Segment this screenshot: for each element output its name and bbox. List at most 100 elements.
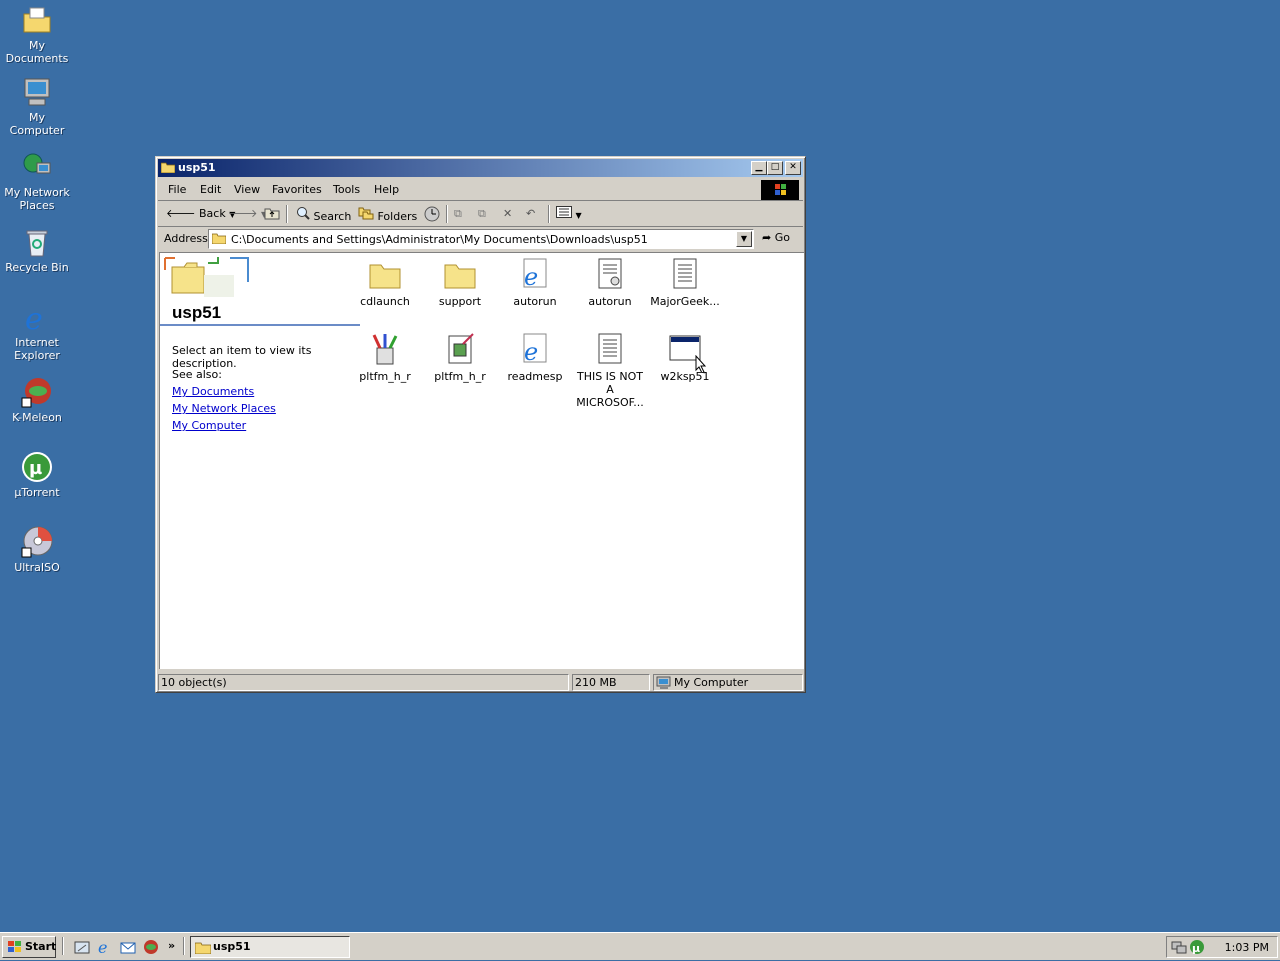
views-icon — [556, 206, 576, 221]
file-item-autorun-html[interactable]: e autorun — [498, 257, 572, 308]
delete-button[interactable]: ✕ — [503, 206, 512, 222]
toolbar-separator — [286, 205, 288, 223]
desktop-icon-network-places[interactable]: My Network Places — [0, 151, 74, 212]
status-size: 210 MB — [572, 674, 650, 691]
link-my-network-places[interactable]: My Network Places — [172, 402, 276, 415]
minimize-button[interactable]: ▁ — [751, 161, 767, 175]
forward-arrow-icon: 🡒 — [228, 207, 258, 220]
taskbar-button-usp51[interactable]: usp51 — [190, 936, 350, 958]
settings-file-icon — [593, 257, 627, 291]
undo-button[interactable]: ↶ — [526, 206, 535, 222]
description-text: Select an item to view its description. — [172, 344, 312, 370]
desktop-icon-my-computer[interactable]: My Computer — [0, 76, 74, 137]
title-bar[interactable]: usp51 ▁ □ ✕ — [158, 159, 803, 177]
move-to-icon: ⧉ — [454, 207, 462, 220]
views-button[interactable]: ▼ — [556, 206, 582, 222]
desktop-icon-label: Internet Explorer — [14, 336, 60, 362]
quicklaunch-internet-explorer[interactable]: e — [97, 938, 113, 957]
quicklaunch-show-desktop[interactable] — [74, 939, 90, 955]
desktop-icon-my-documents[interactable]: My Documents — [0, 4, 74, 65]
file-item-pltfm-installer[interactable]: pltfm_h_r — [423, 332, 497, 383]
desktop-icon-label: My Documents — [5, 39, 69, 65]
start-button[interactable]: Start — [2, 936, 56, 958]
clock[interactable]: 1:03 PM — [1225, 941, 1269, 954]
minimize-icon: ▁ — [755, 162, 763, 172]
installer-icon — [443, 332, 477, 366]
folders-button[interactable]: Folders — [358, 206, 417, 223]
link-my-documents[interactable]: My Documents — [172, 385, 254, 398]
quicklaunch-more-chevron[interactable]: » — [168, 939, 184, 955]
move-to-button[interactable]: ⧉ — [454, 206, 462, 222]
folder-content[interactable]: usp51 Select an item to view its descrip… — [159, 252, 804, 669]
desktop-icon-label: Recycle Bin — [5, 261, 69, 274]
delete-icon: ✕ — [503, 207, 513, 220]
network-tray-icon[interactable] — [1171, 939, 1187, 958]
go-arrow-icon: ➦ — [762, 231, 772, 244]
file-item-pltfm-tools[interactable]: pltfm_h_r — [348, 332, 422, 383]
address-input[interactable]: C:\Documents and Settings\Administrator\… — [208, 229, 754, 249]
explorer-window[interactable]: usp51 ▁ □ ✕ File Edit View Favorites Too… — [155, 156, 806, 693]
file-item-readmesp[interactable]: e readmesp — [498, 332, 572, 383]
address-dropdown-button[interactable]: ▼ — [736, 231, 752, 247]
menu-view[interactable]: View — [234, 183, 260, 196]
folder-icon — [160, 161, 176, 174]
file-item-cdlaunch[interactable]: cdlaunch — [348, 257, 422, 308]
file-item-autorun-inf[interactable]: autorun — [573, 257, 647, 308]
copy-to-icon: ⧉ — [478, 207, 486, 220]
file-label: autorun — [513, 295, 557, 308]
svg-text:e: e — [524, 263, 538, 291]
taskbar: Start e » usp51 µ 1:03 PM — [0, 932, 1280, 960]
file-item-w2ksp51[interactable]: w2ksp51 — [648, 332, 722, 383]
network-places-icon — [21, 151, 53, 183]
link-my-computer[interactable]: My Computer — [172, 419, 246, 432]
file-item-majorgeeks[interactable]: MajorGeek... — [648, 257, 722, 308]
desktop-icon-recycle-bin[interactable]: Recycle Bin — [0, 226, 74, 274]
html-document-icon: e — [518, 257, 552, 291]
maximize-icon: □ — [770, 162, 780, 172]
desktop-icon-ultraiso[interactable]: UltraISO — [0, 526, 74, 574]
file-item-this-is-not-a-microsoft[interactable]: THIS IS NOT A MICROSOF... — [573, 332, 647, 409]
web-view-pane: usp51 Select an item to view its descrip… — [160, 253, 360, 669]
menu-favorites[interactable]: Favorites — [272, 183, 322, 196]
address-label: Address — [164, 232, 208, 245]
close-button[interactable]: ✕ — [785, 161, 801, 175]
maximize-button[interactable]: □ — [767, 161, 783, 175]
file-item-support[interactable]: support — [423, 257, 497, 308]
menu-bar: File Edit View Favorites Tools Help — [158, 179, 803, 201]
svg-text:µ: µ — [29, 458, 42, 479]
k-meleon-icon — [143, 940, 159, 958]
menu-file[interactable]: File — [168, 183, 186, 196]
history-button[interactable] — [424, 206, 440, 222]
svg-text:e: e — [25, 302, 43, 333]
svg-text:e: e — [524, 338, 538, 366]
search-icon — [296, 207, 314, 223]
file-label: pltfm_h_r — [434, 370, 486, 383]
utorrent-tray-icon[interactable]: µ — [1189, 939, 1205, 958]
copy-to-button[interactable]: ⧉ — [478, 206, 486, 222]
undo-icon: ↶ — [526, 207, 536, 220]
file-label: pltfm_h_r — [359, 370, 411, 383]
address-bar: Address C:\Documents and Settings\Admini… — [158, 228, 803, 250]
back-button[interactable]: 🡐 Back ▼ — [166, 206, 235, 222]
quicklaunch-k-meleon[interactable] — [143, 939, 159, 955]
status-object-count: 10 object(s) — [158, 674, 569, 691]
desktop-icon-internet-explorer[interactable]: e Internet Explorer — [0, 301, 74, 362]
menu-help[interactable]: Help — [374, 183, 399, 196]
quicklaunch-outlook-express[interactable] — [120, 939, 136, 955]
search-button[interactable]: Search — [296, 206, 351, 223]
up-folder-button[interactable] — [264, 206, 280, 222]
menu-edit[interactable]: Edit — [200, 183, 221, 196]
toolbar-separator — [548, 205, 550, 223]
svg-text:µ: µ — [1192, 942, 1200, 955]
internet-explorer-icon: e — [21, 301, 53, 337]
go-label: Go — [774, 231, 790, 244]
desktop-icon-k-meleon[interactable]: K-Meleon — [0, 376, 74, 424]
menu-tools[interactable]: Tools — [333, 183, 360, 196]
folder-icon — [194, 941, 212, 961]
outlook-express-icon — [120, 942, 136, 958]
go-button[interactable]: ➦ Go — [762, 231, 790, 244]
window-title: usp51 — [178, 161, 216, 174]
desktop-icon-utorrent[interactable]: µ µTorrent — [0, 451, 74, 499]
forward-button[interactable]: 🡒 ▼ — [228, 206, 267, 222]
toolbar-separator — [446, 205, 448, 223]
